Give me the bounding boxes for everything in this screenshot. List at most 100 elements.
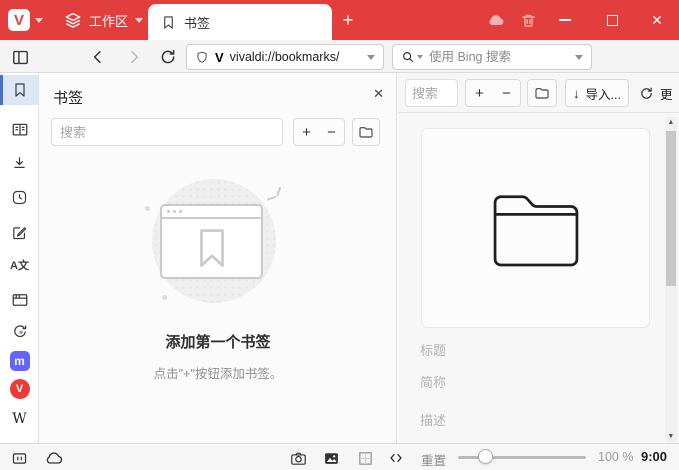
rail-bookmarks-button[interactable] <box>0 75 39 105</box>
minimize-button[interactable] <box>551 6 579 34</box>
camera-icon <box>290 452 306 465</box>
window-panel-icon <box>12 294 27 306</box>
rail-wikipedia-webpanel-button[interactable]: W <box>0 404 39 434</box>
page-actions-button[interactable] <box>386 448 406 468</box>
address-dropdown-caret-icon[interactable] <box>367 54 375 60</box>
rail-reading-list-button[interactable] <box>0 115 39 145</box>
status-sync-button[interactable] <box>44 448 64 468</box>
layers-icon <box>65 12 81 28</box>
search-engine-button[interactable] <box>401 50 423 64</box>
remove-bookmark-button[interactable]: − <box>319 124 344 141</box>
bookmark-nickname-row <box>412 375 652 397</box>
zoom-level-value: 100 % <box>598 450 634 464</box>
bookmark-nickname-input[interactable] <box>412 375 652 390</box>
panel-search-input[interactable] <box>52 124 282 140</box>
workspace-caret-icon <box>135 17 144 23</box>
trash-icon <box>521 14 535 27</box>
zoom-slider-thumb[interactable] <box>478 449 493 464</box>
vivaldi-menu-caret-icon[interactable] <box>35 18 43 23</box>
manager-search-box <box>405 79 458 107</box>
address-toolbar: V vivaldi://bookmarks/ <box>0 40 679 109</box>
update-label: 更 <box>660 87 673 102</box>
manager-search-input[interactable] <box>406 85 457 101</box>
vivaldi-favicon: V <box>9 379 30 399</box>
close-icon: ✕ <box>651 11 663 28</box>
vivaldi-logo-icon: V <box>13 11 24 29</box>
panel-rail: A文 m V W <box>0 73 39 443</box>
bookmark-title-row <box>412 343 652 365</box>
bookmark-description-input[interactable] <box>412 413 652 428</box>
cloud-icon <box>46 452 63 464</box>
rail-downloads-button[interactable] <box>0 148 39 178</box>
panel-toggle-icon <box>12 452 26 464</box>
import-button[interactable]: ↓ 导入... <box>565 79 629 107</box>
zoom-reset-button[interactable]: 重置 <box>421 450 446 469</box>
import-arrow-icon: ↓ <box>573 85 580 101</box>
search-input[interactable] <box>429 50 569 64</box>
empty-state-subtitle: 点击"+"按钮添加书签。 <box>153 367 283 381</box>
address-field[interactable]: V vivaldi://bookmarks/ <box>186 44 384 70</box>
clock[interactable]: 9:00 <box>641 449 667 464</box>
manager-remove-button[interactable]: − <box>493 85 520 102</box>
back-button[interactable] <box>85 44 111 70</box>
capture-page-button[interactable] <box>288 448 308 468</box>
manager-add-button[interactable]: + <box>466 85 493 102</box>
update-thumbnails-button[interactable]: 更 <box>639 79 679 107</box>
closed-tabs-button[interactable] <box>516 8 540 32</box>
rail-vivaldi-webpanel-button[interactable]: V <box>0 374 39 404</box>
toggle-images-button[interactable] <box>321 448 341 468</box>
manager-scrollbar[interactable]: ▲ ▼ <box>665 117 677 443</box>
add-bookmark-button[interactable]: + <box>294 124 319 141</box>
toggle-panel-button[interactable] <box>7 44 33 70</box>
rail-windows-button[interactable] <box>0 285 39 315</box>
panel-new-folder-button[interactable] <box>352 118 380 146</box>
translate-icon: A文 <box>10 260 29 272</box>
statusbar: 重置 100 % 9:00 <box>0 443 679 470</box>
illustration-titlebar <box>162 206 261 219</box>
tab-bookmarks[interactable]: 书签 <box>148 4 332 40</box>
browser-window-illustration <box>160 204 263 279</box>
large-folder-icon <box>493 195 578 267</box>
scroll-up-button[interactable]: ▲ <box>665 117 677 129</box>
maximize-icon <box>606 14 618 26</box>
page-tiling-button[interactable] <box>355 448 375 468</box>
search-engine-caret-icon <box>417 55 423 59</box>
scrollbar-thumb[interactable] <box>666 131 676 286</box>
reload-button[interactable] <box>155 44 181 70</box>
manager-toolbar: + − ↓ 导入... 更 <box>398 73 679 113</box>
maximize-button[interactable] <box>598 6 626 34</box>
new-tab-button[interactable]: + <box>336 8 360 32</box>
rail-notes-button[interactable] <box>0 217 39 247</box>
vivaldi-menu-button[interactable]: V <box>8 9 30 31</box>
search-field[interactable] <box>392 44 592 70</box>
close-window-button[interactable]: ✕ <box>643 6 671 34</box>
workspace-button[interactable]: 工作区 <box>58 0 149 40</box>
bookmark-title-input[interactable] <box>412 343 652 358</box>
scroll-down-button[interactable]: ▼ <box>665 431 677 443</box>
bookmark-description-row <box>412 413 652 435</box>
rail-history-button[interactable] <box>0 182 39 212</box>
reload-icon <box>161 49 175 64</box>
panel-toggle-icon <box>12 50 28 64</box>
back-icon <box>93 51 101 63</box>
rail-mastodon-webpanel-button[interactable]: m <box>0 346 39 376</box>
tab-label: 书签 <box>184 15 211 31</box>
forward-button[interactable] <box>121 44 147 70</box>
rail-tab-cycle-button[interactable] <box>0 317 39 347</box>
folder-icon <box>359 127 373 138</box>
manager-new-folder-button[interactable] <box>527 79 557 107</box>
history-icon <box>12 190 27 204</box>
manager-add-remove-group: + − <box>465 79 521 107</box>
url-text: vivaldi://bookmarks/ <box>229 50 340 64</box>
panel-search-box <box>51 118 283 146</box>
shield-icon <box>197 51 207 63</box>
status-panel-toggle-button[interactable] <box>9 448 29 468</box>
sync-status-button[interactable] <box>484 8 508 32</box>
panel-close-button[interactable]: ✕ <box>373 86 384 102</box>
sparkle-icon <box>266 186 282 201</box>
rail-translate-button[interactable]: A文 <box>0 250 39 280</box>
folder-preview-card[interactable] <box>421 128 650 328</box>
search-dropdown-caret-icon[interactable] <box>575 54 583 60</box>
decorative-dot <box>145 206 150 211</box>
vivaldi-browser-window: V 工作区 书签 + ✕ V vivaldi://bookmarks/ 使用 B… <box>0 0 679 470</box>
